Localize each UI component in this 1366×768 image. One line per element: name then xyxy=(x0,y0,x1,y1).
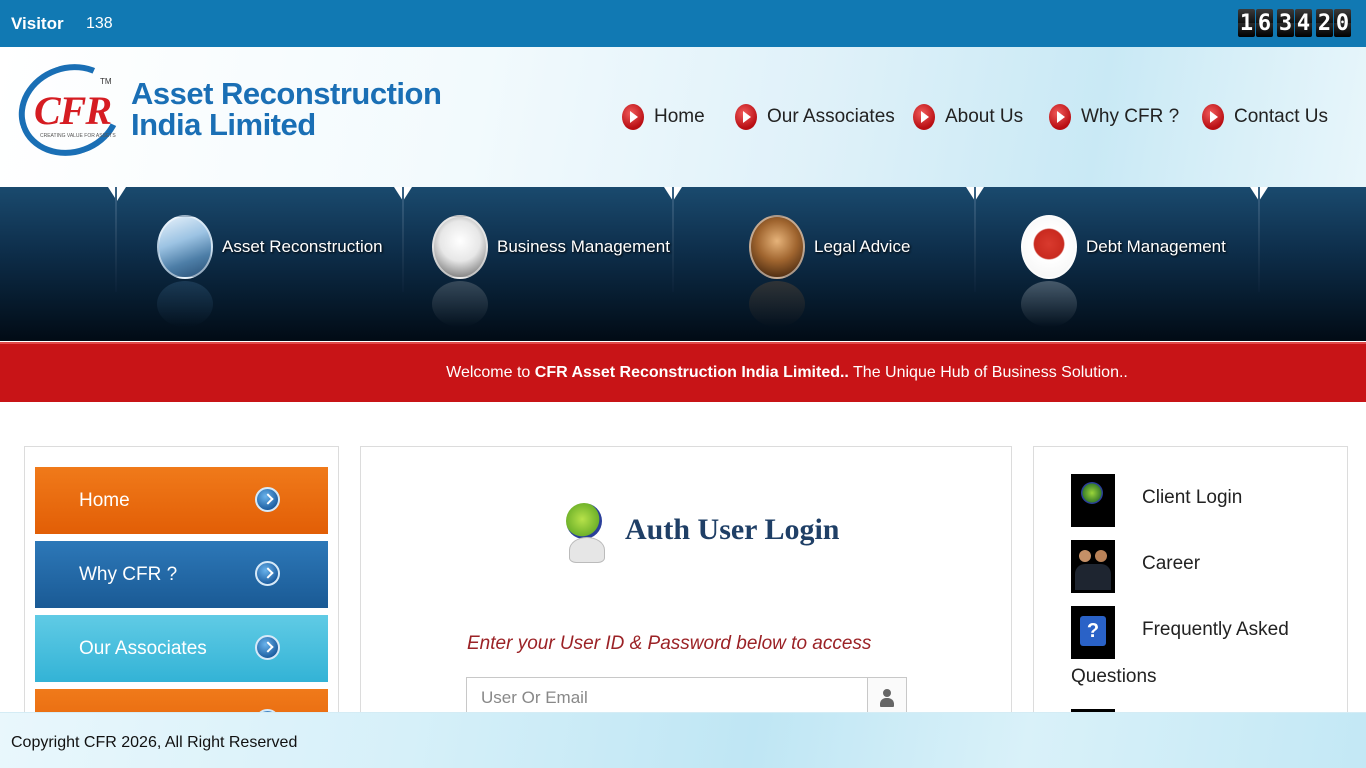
red-arrow-icon xyxy=(1049,104,1071,130)
nav-item-why-cfr[interactable]: Why CFR ? xyxy=(1049,104,1179,130)
divider xyxy=(402,187,404,292)
debt-icon xyxy=(1021,215,1077,279)
nav-item-about-us[interactable]: About Us xyxy=(913,104,1023,130)
welcome-company: CFR Asset Reconstruction India Limited.. xyxy=(534,364,849,381)
nav-item-home[interactable]: Home xyxy=(622,104,705,130)
clock-digit: 1 xyxy=(1238,9,1255,37)
notch-marker xyxy=(108,187,126,201)
red-arrow-icon xyxy=(622,104,644,130)
services-band: Asset Reconstruction Business Management… xyxy=(0,187,1366,341)
reflection xyxy=(749,281,805,327)
login-title: Auth User Login xyxy=(625,513,840,546)
main-nav: Home Our Associates About Us Why CFR ? C… xyxy=(0,104,1366,134)
client-login-link[interactable]: Client Login xyxy=(1071,474,1322,527)
red-arrow-icon xyxy=(1202,104,1224,130)
service-label: Asset Reconstruction xyxy=(222,237,383,256)
red-arrow-icon xyxy=(735,104,757,130)
nav-item-label: Contact Us xyxy=(1234,106,1328,127)
welcome-prefix: Welcome to xyxy=(446,364,535,381)
career-icon xyxy=(1071,540,1115,593)
logo-tm: TM xyxy=(100,77,112,86)
service-asset-reconstruction[interactable]: Asset Reconstruction xyxy=(157,215,383,327)
welcome-suffix: The Unique Hub of Business Solution.. xyxy=(848,364,1128,381)
menu-home-button[interactable]: Home xyxy=(35,467,328,534)
chevron-right-icon xyxy=(255,561,280,586)
nav-item-label: Home xyxy=(654,106,705,127)
faq-label: Frequently Asked xyxy=(1142,619,1289,640)
clock-digit: 3 xyxy=(1277,9,1294,37)
faq-link[interactable]: Frequently Asked Questions xyxy=(1071,606,1322,687)
divider xyxy=(672,187,674,292)
businessman-icon xyxy=(432,215,488,279)
faq-label-line2: Questions xyxy=(1071,666,1157,687)
visitor-label: Visitor xyxy=(11,14,64,33)
service-debt-management[interactable]: Debt Management xyxy=(1021,215,1226,327)
login-hint: Enter your User ID & Password below to a… xyxy=(467,633,872,654)
clock-digit: 4 xyxy=(1295,9,1312,37)
site-footer: Copyright CFR 2026, All Right Reserved xyxy=(0,712,1366,768)
copyright-text: Copyright CFR 2026, All Right Reserved xyxy=(11,734,298,751)
chevron-right-icon xyxy=(255,635,280,660)
menu-label: Our Associates xyxy=(79,637,207,659)
red-arrow-icon xyxy=(913,104,935,130)
service-label: Business Management xyxy=(497,237,670,256)
clock-digit: 2 xyxy=(1316,9,1333,37)
nav-item-label: Why CFR ? xyxy=(1081,106,1180,127)
faq-icon xyxy=(1071,606,1115,659)
nav-item-contact-us[interactable]: Contact Us xyxy=(1202,104,1328,130)
menu-label: Why CFR ? xyxy=(79,563,178,585)
menu-label: Home xyxy=(79,489,130,511)
service-business-management[interactable]: Business Management xyxy=(432,215,670,327)
digital-clock: 1 6 3 4 2 0 xyxy=(1238,9,1352,37)
reflection xyxy=(157,281,213,327)
visitor-count: 138 xyxy=(86,15,113,32)
login-panel: Auth User Login Enter your User ID & Pas… xyxy=(360,446,1012,726)
top-bar: Visitor 138 1 6 3 4 2 0 xyxy=(0,0,1366,47)
clock-digit: 6 xyxy=(1256,9,1273,37)
site-header: CFR TM CREATING VALUE FOR ASSETS Asset R… xyxy=(0,47,1366,187)
career-label: Career xyxy=(1142,553,1201,574)
gavel-icon xyxy=(749,215,805,279)
clock-digit: 0 xyxy=(1334,9,1351,37)
nav-item-label: Our Associates xyxy=(767,106,895,127)
welcome-banner: Welcome to CFR Asset Reconstruction Indi… xyxy=(0,342,1366,402)
service-legal-advice[interactable]: Legal Advice xyxy=(749,215,911,327)
quick-links-panel: Client Login Career Frequently Asked Que… xyxy=(1033,446,1348,726)
divider xyxy=(974,187,976,292)
client-login-icon xyxy=(1071,474,1115,527)
chevron-right-icon xyxy=(255,487,280,512)
nav-item-our-associates[interactable]: Our Associates xyxy=(735,104,895,130)
divider xyxy=(115,187,117,292)
left-menu-panel: Home Why CFR ? Our Associates xyxy=(24,446,339,726)
reflection xyxy=(432,281,488,327)
career-link[interactable]: Career xyxy=(1071,540,1322,593)
service-label: Legal Advice xyxy=(814,237,911,256)
user-login-icon xyxy=(559,499,619,569)
nav-item-label: About Us xyxy=(945,106,1024,127)
client-login-label: Client Login xyxy=(1142,487,1243,508)
menu-why-cfr-button[interactable]: Why CFR ? xyxy=(35,541,328,608)
divider xyxy=(1258,187,1260,292)
menu-our-associates-button[interactable]: Our Associates xyxy=(35,615,328,682)
reflection xyxy=(1021,281,1077,327)
building-icon xyxy=(157,215,213,279)
service-label: Debt Management xyxy=(1086,237,1226,256)
user-icon xyxy=(880,689,894,707)
